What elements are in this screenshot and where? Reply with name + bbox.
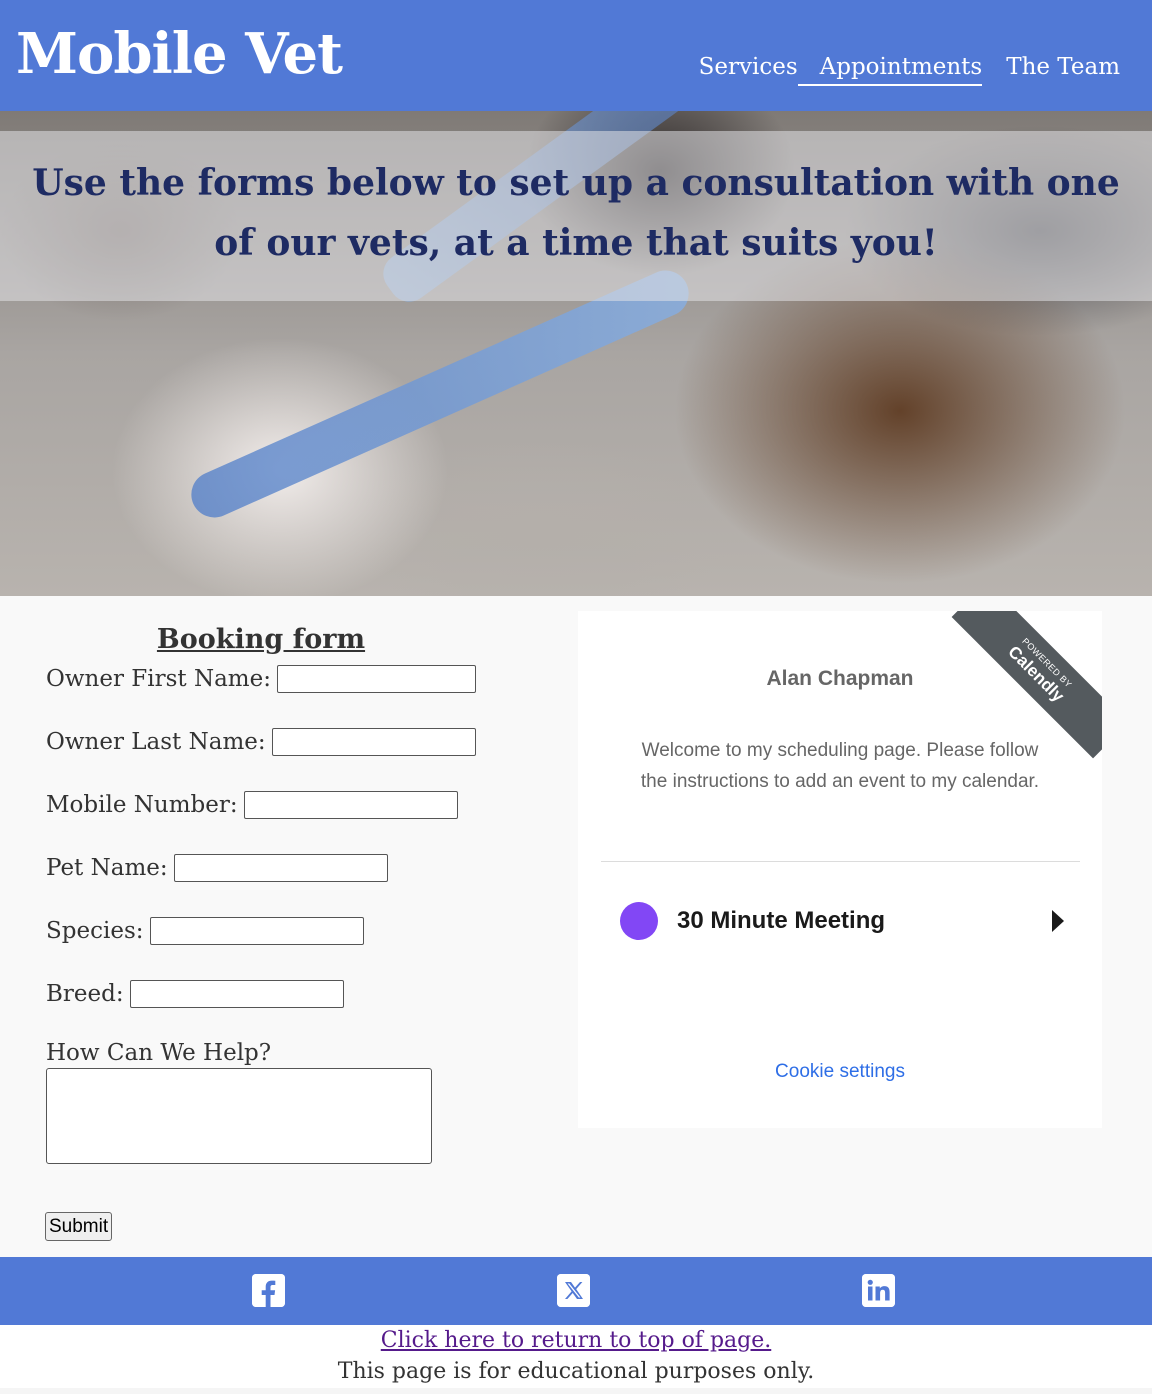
owner-first-name-input[interactable]: [276, 665, 476, 693]
species-label: Species:: [46, 918, 144, 944]
pet-name-input[interactable]: [173, 854, 388, 882]
hero-photo-detail: [183, 263, 697, 525]
event-color-dot: [620, 902, 658, 940]
owner-first-name-label: Owner First Name:: [46, 666, 271, 692]
main-nav: Services Appointments The Team: [699, 50, 1120, 86]
site-footer: [0, 1257, 1152, 1325]
page-bottom: Click here to return to top of page. Thi…: [0, 1325, 1152, 1388]
breed-input[interactable]: [129, 980, 344, 1008]
calendly-widget: POWERED BY Calendly Alan Chapman Welcome…: [578, 611, 1102, 1128]
facebook-icon[interactable]: [252, 1274, 285, 1307]
nav-link-the-team[interactable]: The Team: [1006, 50, 1120, 84]
calendly-host-name: Alan Chapman: [766, 667, 914, 690]
owner-last-name-row: Owner Last Name:: [46, 727, 476, 757]
breed-label: Breed:: [46, 981, 124, 1007]
calendly-event-30-minute-meeting[interactable]: 30 Minute Meeting: [601, 881, 1080, 961]
pet-name-row: Pet Name:: [46, 853, 476, 883]
pet-name-label: Pet Name:: [46, 855, 168, 881]
help-label: How Can We Help?: [46, 1040, 272, 1066]
species-row: Species:: [46, 916, 476, 946]
calendly-welcome-text: Welcome to my scheduling page. Please fo…: [640, 740, 1040, 792]
hero-banner: Use the forms below to set up a consulta…: [0, 111, 1152, 596]
breed-row: Breed:: [46, 979, 476, 1009]
species-input[interactable]: [149, 917, 364, 945]
site-header: Mobile Vet Services Appointments The Tea…: [0, 0, 1152, 111]
main-content: Booking form Owner First Name: Owner Las…: [0, 596, 1152, 1257]
nav-link-appointments[interactable]: Appointments: [797, 50, 983, 86]
owner-last-name-input[interactable]: [271, 728, 476, 756]
calendly-divider: [601, 861, 1080, 862]
nav-link-services[interactable]: Services: [699, 50, 798, 84]
event-name: 30 Minute Meeting: [677, 907, 886, 934]
help-textarea[interactable]: [46, 1068, 432, 1164]
x-twitter-icon[interactable]: [557, 1274, 590, 1307]
back-to-top-link[interactable]: Click here to return to top of page.: [0, 1325, 1152, 1356]
owner-last-name-label: Owner Last Name:: [46, 729, 266, 755]
cookie-settings-link[interactable]: Cookie settings: [578, 1061, 1102, 1083]
owner-first-name-row: Owner First Name:: [46, 664, 476, 694]
mobile-number-label: Mobile Number:: [46, 792, 238, 818]
linkedin-icon[interactable]: [862, 1274, 895, 1307]
mobile-number-row: Mobile Number:: [46, 790, 476, 820]
educational-disclaimer: This page is for educational purposes on…: [337, 1359, 815, 1384]
booking-form-title: Booking form: [156, 624, 366, 655]
chevron-right-icon: [1052, 910, 1064, 932]
site-logo[interactable]: Mobile Vet: [16, 18, 343, 90]
booking-form: Booking form Owner First Name: Owner Las…: [46, 616, 476, 1164]
mobile-number-input[interactable]: [243, 791, 458, 819]
submit-button[interactable]: Submit: [45, 1212, 113, 1241]
hero-heading: Use the forms below to set up a consulta…: [32, 162, 1120, 264]
